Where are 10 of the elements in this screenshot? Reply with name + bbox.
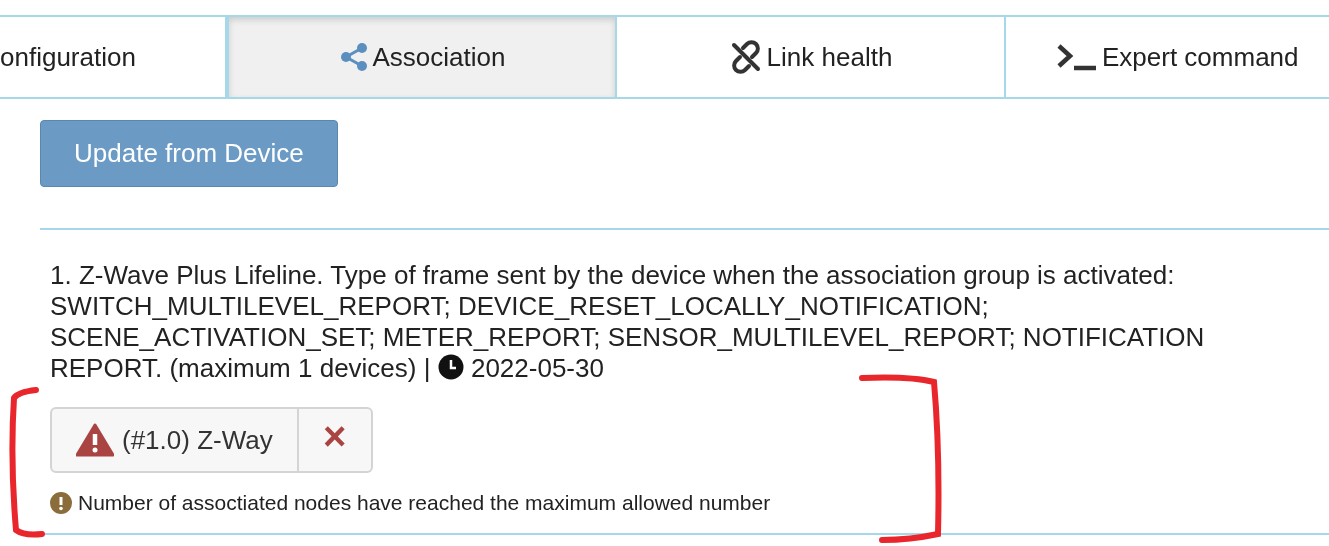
clock-icon: [437, 354, 464, 380]
share-icon: [338, 42, 369, 72]
remove-button[interactable]: ×: [298, 407, 373, 473]
terminal-icon: [1056, 42, 1098, 72]
info-icon: [50, 491, 72, 514]
group-description: 1. Z-Wave Plus Lifeline. Type of frame sent by the device when the association group is activated: SWITCH_MULTILEVEL_REPORT; DEVICE_RESET_LOCALLY_NOTIFICATION; SCENE_ACTIVATION_SET; METER_REPORT; SENSOR_MULTILEVEL_REPORT; NOTIFICATION REPORT. (maximum 1 devices) | 2022-05-30: [50, 260, 1206, 384]
warning-message: Number of assoctiated nodes have reached the maximum allowed number: [78, 490, 771, 516]
node-button[interactable]: (#1.0) Z-Way: [50, 407, 299, 473]
tab[interactable]: Association: [227, 17, 617, 97]
tab[interactable]: onfiguration: [0, 17, 227, 97]
